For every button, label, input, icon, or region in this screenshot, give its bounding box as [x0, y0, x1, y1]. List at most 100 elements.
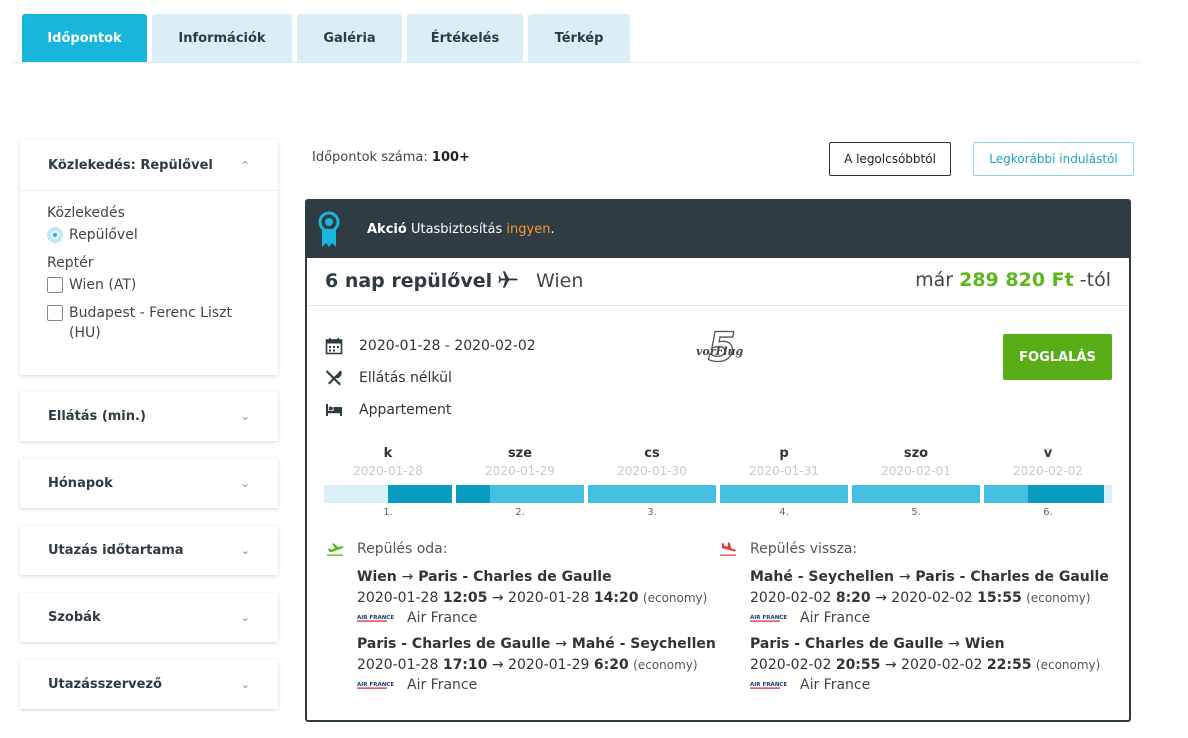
day-column: szo 2020-02-01: [881, 446, 951, 478]
checkbox[interactable]: [47, 277, 63, 293]
sort-earliest-button[interactable]: Legkorábbi indulástól: [973, 142, 1134, 176]
tab-idopontok[interactable]: Időpontok: [22, 14, 147, 62]
flight-route: Mahé - Seychellen → Paris - Charles de G…: [750, 569, 1109, 585]
svg-text:AIR FRANCE: AIR FRANCE: [750, 615, 787, 621]
day-column: v 2020-02-02: [1013, 446, 1083, 478]
filter-panel-rooms[interactable]: Szobák ⌄: [20, 593, 278, 642]
dates-text: 2020-01-28 - 2020-02-02: [359, 338, 536, 354]
bed-icon: [326, 404, 342, 416]
filter-title: Szobák: [48, 610, 101, 625]
promo-text: Akció Utasbiztosítás ingyen.: [367, 222, 555, 237]
svg-text:vorFlug: vorFlug: [696, 345, 744, 358]
radio-option-plane[interactable]: Repülővel: [47, 225, 251, 245]
outbound-label: Repülés oda:: [357, 541, 448, 557]
calendar-icon: [325, 338, 343, 355]
filter-title: Hónapok: [48, 476, 113, 491]
award-ribbon-icon: [318, 211, 340, 247]
tab-divider: [12, 62, 1140, 63]
day-number: 1.: [383, 507, 393, 518]
flight-leg: Wien → Paris - Charles de Gaulle 2020-01…: [357, 567, 716, 627]
tab-ertekeles[interactable]: Értékelés: [407, 14, 523, 62]
day-column: sze 2020-01-29: [485, 446, 555, 478]
radio-selected-icon[interactable]: [47, 227, 63, 243]
flight-times: 2020-02-02 8:20 → 2020-02-02 15:55 (econ…: [750, 590, 1091, 606]
group-label-transport: Közlekedés: [47, 205, 125, 221]
svg-text:AIR FRANCE: AIR FRANCE: [750, 682, 787, 688]
day-bar: [588, 485, 716, 503]
tab-informaciok[interactable]: Információk: [152, 14, 292, 62]
air-france-logo: AIR FRANCE: [750, 682, 787, 689]
day-number: 2.: [515, 507, 525, 518]
price: már 289 820 Ft -tól: [915, 269, 1111, 291]
air-france-logo: AIR FRANCE: [357, 682, 394, 689]
chevron-down-icon: ⌄: [240, 678, 250, 691]
filter-title: Utazásszervező: [48, 677, 162, 692]
chevron-down-icon: ⌄: [240, 544, 250, 557]
filter-body-transport: Közlekedés Repülővel Reptér Wien (AT) Bu…: [20, 190, 278, 371]
checkbox-option-airport[interactable]: Budapest - Ferenc Liszt (HU): [47, 303, 251, 343]
checkbox-label: Wien (AT): [69, 277, 137, 293]
filter-panel-duration[interactable]: Utazás időtartama ⌄: [20, 526, 278, 575]
flight-leg: Mahé - Seychellen → Paris - Charles de G…: [750, 567, 1109, 627]
flight-leg: Paris - Charles de Gaulle → Mahé - Seych…: [357, 634, 716, 694]
inbound-header: Repülés vissza:: [719, 541, 1109, 557]
tour-operator-logo: 5 vorFlug: [696, 325, 744, 369]
checkbox-option-airport[interactable]: Wien (AT): [47, 275, 251, 295]
filter-title: Utazás időtartama: [48, 543, 184, 558]
offer-title-row: 6 nap repülővel Wien már 289 820 Ft -tól: [307, 258, 1129, 306]
day-number: 4.: [779, 507, 789, 518]
chevron-down-icon: ⌄: [240, 410, 250, 423]
day-bar: [324, 485, 452, 503]
results-count-label: Időpontok száma:: [312, 150, 428, 165]
flight-route: Wien → Paris - Charles de Gaulle: [357, 569, 612, 585]
filter-header-transport[interactable]: Közlekedés: Repülővel ⌃: [20, 140, 278, 190]
filter-panel-transport: Közlekedés: Repülővel ⌃ Közlekedés Repül…: [20, 140, 278, 375]
trip-title: 6 nap repülővel: [325, 270, 493, 292]
day-column: p 2020-01-31: [749, 446, 819, 478]
air-france-logo: AIR FRANCE: [750, 615, 787, 622]
filter-panel-board[interactable]: Ellátás (min.) ⌄: [20, 392, 278, 441]
chevron-down-icon: ⌄: [240, 611, 250, 624]
radio-label: Repülővel: [69, 227, 138, 243]
day-bar: [984, 485, 1112, 503]
price-value: 289 820 Ft: [959, 269, 1074, 291]
day-bar: [456, 485, 584, 503]
book-button[interactable]: FOGLALÁS: [1003, 334, 1112, 380]
airline: AIR FRANCE Air France: [750, 610, 871, 626]
sort-cheapest-button[interactable]: A legolcsóbbtól: [829, 142, 951, 176]
flight-route: Paris - Charles de Gaulle → Mahé - Seych…: [357, 636, 716, 652]
svg-text:AIR FRANCE: AIR FRANCE: [357, 682, 394, 688]
board-row: Ellátás nélkül: [325, 369, 452, 387]
day-number: 5.: [911, 507, 921, 518]
checkbox[interactable]: [47, 305, 63, 321]
day-bar: [852, 485, 980, 503]
checkbox-label: Budapest - Ferenc Liszt (HU): [69, 305, 232, 341]
takeoff-icon: [327, 543, 344, 556]
dates-row: 2020-01-28 - 2020-02-02: [325, 337, 536, 355]
air-france-logo: AIR FRANCE: [357, 615, 394, 622]
day-column: cs 2020-01-30: [617, 446, 687, 478]
tab-bar: Időpontok Információk Galéria Értékelés …: [22, 14, 630, 62]
outbound-header: Repülés oda:: [326, 541, 716, 557]
svg-text:AIR FRANCE: AIR FRANCE: [357, 615, 394, 621]
flight-leg: Paris - Charles de Gaulle → Wien 2020-02…: [750, 634, 1109, 694]
results-count-value: 100+: [431, 150, 470, 165]
flight-route: Paris - Charles de Gaulle → Wien: [750, 636, 1005, 652]
filter-panel-operator[interactable]: Utazásszervező ⌄: [20, 660, 278, 709]
airline: AIR FRANCE Air France: [357, 677, 478, 693]
group-label-airport: Reptér: [47, 255, 94, 271]
room-text: Appartement: [359, 402, 452, 418]
landing-icon: [720, 542, 736, 556]
filter-panel-months[interactable]: Hónapok ⌄: [20, 459, 278, 508]
tab-galeria[interactable]: Galéria: [297, 14, 402, 62]
day-number: 6.: [1043, 507, 1053, 518]
tab-terkep[interactable]: Térkép: [528, 14, 630, 62]
chevron-down-icon: ⌄: [240, 477, 250, 490]
room-row: Appartement: [325, 401, 451, 419]
filter-title: Közlekedés: Repülővel: [48, 157, 213, 173]
airplane-icon: [498, 271, 518, 288]
inbound-label: Repülés vissza:: [750, 541, 858, 557]
filter-title: Ellátás (min.): [48, 409, 146, 424]
flight-times: 2020-01-28 17:10 → 2020-01-29 6:20 (econ…: [357, 657, 698, 673]
day-bar: [720, 485, 848, 503]
